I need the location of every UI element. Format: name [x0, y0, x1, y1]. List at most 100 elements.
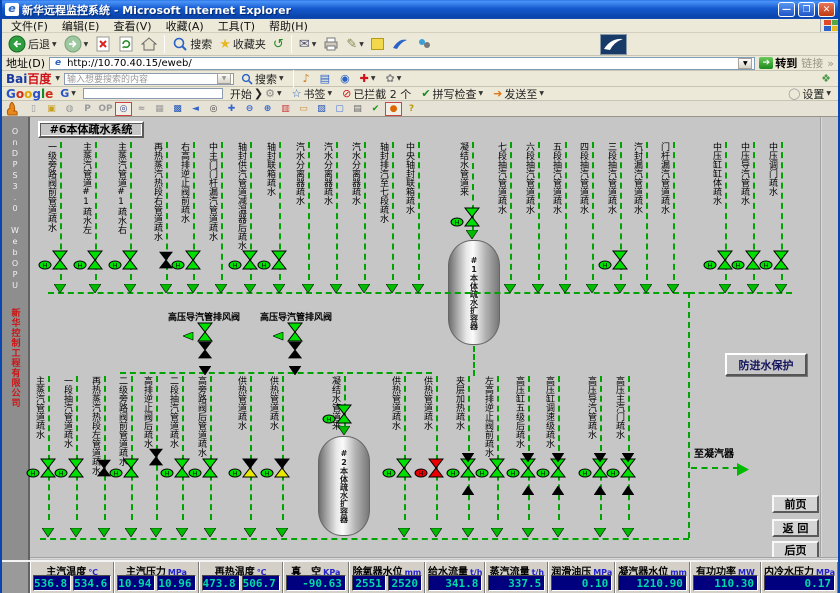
valve-open[interactable] [185, 250, 201, 274]
baidu-logo-dropdown[interactable]: ▼ [55, 75, 60, 82]
google-start-button[interactable]: 开始 ❯ ⚙▼ [227, 86, 285, 102]
new-file-icon[interactable]: ▯ [25, 102, 42, 116]
picture-icon[interactable]: ▩ [169, 102, 186, 116]
valve-open[interactable] [773, 250, 789, 274]
prev-page-button[interactable]: 前页 [772, 495, 819, 513]
zoom-in-icon[interactable]: ⊕ [259, 102, 276, 116]
edit-button[interactable]: ✎▼ [344, 37, 366, 52]
status-panel-label: 真 空KPa [286, 563, 346, 575]
valve-open[interactable] [489, 458, 505, 482]
stop-button[interactable] [93, 35, 113, 53]
prev-view-icon[interactable]: ◄ [187, 102, 204, 116]
menu-item[interactable]: 收藏(A) [159, 18, 211, 34]
drain-column-label: 汽水分离器疏水 [294, 142, 304, 205]
links-label[interactable]: 链接 [801, 55, 823, 71]
history-button[interactable]: ↺ [271, 37, 286, 52]
baidu-extra-icon[interactable]: ❖ [818, 72, 834, 85]
valve-open[interactable] [52, 250, 68, 274]
baidu-search-button[interactable]: 搜索▼ [238, 71, 287, 87]
menu-item[interactable]: 文件(F) [4, 18, 55, 34]
valve-actuator-icon: H [108, 255, 122, 274]
baidu-fav-button[interactable]: ✚▼ [357, 72, 379, 85]
pan-icon[interactable]: ✚ [223, 102, 240, 116]
globe-icon[interactable]: ◍ [61, 102, 78, 116]
maximize-button[interactable]: ❐ [798, 2, 815, 17]
wave-icon[interactable]: ≈ [133, 102, 150, 116]
minimize-button[interactable]: — [778, 2, 795, 17]
valve-open[interactable] [202, 458, 218, 482]
go-button[interactable]: ➔ 转到 [759, 55, 797, 71]
messenger-button[interactable] [414, 36, 434, 52]
confirm-icon[interactable]: ✔ [367, 102, 384, 116]
drain-column-label: 供热管道疏水 [422, 376, 432, 430]
op-tool-icon[interactable]: OP [97, 102, 114, 116]
baidu-space-icon[interactable]: ◉ [337, 72, 353, 85]
drain-column-label: 高排逆止阀后疏水 [142, 376, 152, 448]
valve-warning[interactable] [242, 458, 258, 482]
back-button[interactable]: 后退▼ [6, 34, 59, 54]
check-valve-icon [462, 480, 474, 499]
google-settings-button[interactable]: ◯设置▼ [785, 86, 834, 102]
links-more[interactable]: » [827, 57, 834, 70]
baidu-music-icon[interactable]: ♪ [300, 72, 313, 85]
grid-icon[interactable]: ▦ [151, 102, 168, 116]
baidu-search-input[interactable]: 输入想要搜索的内容 ▼ [64, 73, 234, 85]
menu-item[interactable]: 工具(T) [211, 18, 262, 34]
menu-item[interactable]: 帮助(H) [262, 18, 315, 34]
google-sendto-button[interactable]: ➜发送至▼ [490, 86, 547, 102]
open-folder-icon[interactable]: ▣ [43, 102, 60, 116]
valve-alarm[interactable] [428, 458, 444, 482]
valve-open[interactable] [123, 458, 139, 482]
p-tool-icon[interactable]: P [79, 102, 96, 116]
valve-open[interactable] [612, 250, 628, 274]
water-ingress-protection-button[interactable]: 防进水保护 [725, 353, 807, 376]
baidu-input-dropdown[interactable]: ▼ [217, 73, 231, 84]
product-name: OnDPS3.0 WebOPU [11, 127, 20, 292]
home-button[interactable] [139, 35, 159, 53]
notes-button[interactable] [369, 37, 386, 51]
mail-button[interactable]: ✉▼ [297, 37, 319, 52]
return-button[interactable]: 返 回 [772, 519, 819, 537]
close-button[interactable]: ✕ [818, 2, 835, 17]
favorites-button[interactable]: ★ 收藏夹 [217, 35, 268, 53]
bar-chart-icon[interactable]: ▨ [313, 102, 330, 116]
print-icon[interactable]: ▤ [349, 102, 366, 116]
menu-item[interactable]: 查看(V) [106, 18, 158, 34]
magnifier-icon[interactable]: ◎ [205, 102, 222, 116]
google-combo[interactable]: G▼ [57, 87, 79, 100]
alarm-icon[interactable]: ● [385, 102, 402, 116]
refresh-button[interactable] [116, 35, 136, 53]
window-icon[interactable]: ▢ [331, 102, 348, 116]
valve-open[interactable] [122, 250, 138, 274]
valve-open[interactable] [396, 458, 412, 482]
google-popup-blocked[interactable]: ⊘已拦截 2 个 [339, 86, 414, 102]
valve-open[interactable] [271, 250, 287, 274]
google-bookmarks-button[interactable]: ☆书签▼ [289, 86, 336, 102]
address-input[interactable]: e http://10.70.40.15/eweb/ ▼ [49, 57, 755, 70]
trend-chart-icon[interactable]: ▥ [277, 102, 294, 116]
baidu-tools-button[interactable]: ✿▼ [383, 72, 405, 85]
print-button[interactable] [321, 36, 341, 52]
menu-item[interactable]: 编辑(E) [55, 18, 107, 34]
favorites-label: 收藏夹 [233, 36, 266, 52]
valve-open[interactable] [68, 458, 84, 482]
search-button[interactable]: 搜索 [170, 35, 214, 53]
baidu-tieba-icon[interactable]: ▤ [317, 72, 333, 85]
discuss-button[interactable] [389, 36, 411, 52]
valve-warning[interactable] [274, 458, 290, 482]
google-search-input[interactable] [83, 88, 223, 99]
help-key-icon[interactable]: ? [403, 102, 420, 116]
forward-button[interactable]: ▼ [62, 34, 91, 54]
valve-open[interactable] [87, 250, 103, 274]
flow-arrow-icon [491, 522, 503, 541]
valve-open[interactable] [242, 250, 258, 274]
google-spellcheck-button[interactable]: ✔拼写检查▼ [418, 86, 486, 102]
settings-icon: ◯ [788, 87, 800, 100]
zoom-out-icon[interactable]: ⊖ [241, 102, 258, 116]
drain-column-label: 轴封供汽管道减温器后疏水 [236, 142, 246, 250]
address-dropdown[interactable]: ▼ [738, 58, 752, 69]
svg-text:H: H [736, 262, 741, 270]
zoom-select-icon[interactable]: ◎ [115, 102, 132, 116]
snapshot-icon[interactable]: ▭ [295, 102, 312, 116]
status-panel-label: 凝汽器水位mm [618, 563, 687, 575]
